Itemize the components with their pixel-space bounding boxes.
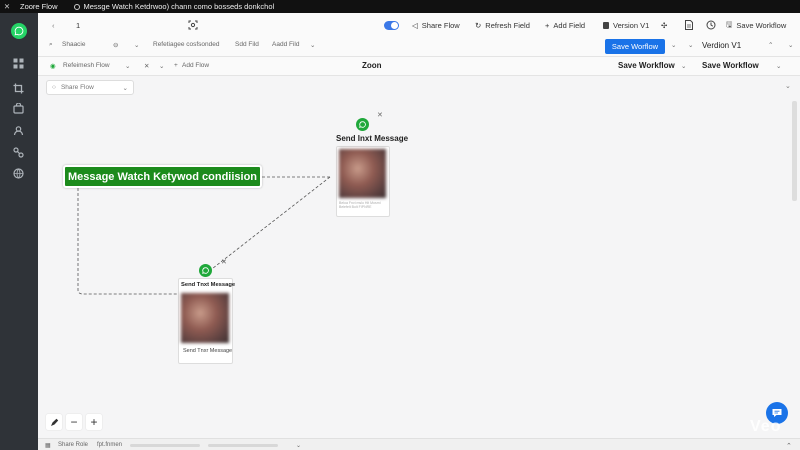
canvas-scrollbar[interactable] [792, 101, 797, 201]
share-role-label[interactable]: Share Role [58, 442, 88, 448]
main-toolbar: ‹ 1 ◁ Share Flow ↻ Refresh Field + Add F… [38, 13, 800, 37]
add-field-button[interactable]: + Add Field [545, 21, 585, 30]
connector-top-to-bottom-node [207, 176, 331, 273]
crop-icon[interactable] [13, 83, 24, 94]
zoom-in-button[interactable]: + [86, 414, 102, 430]
zoom-label: Zoon [362, 61, 382, 70]
whatsapp-small-icon: ◉ [50, 63, 56, 70]
save-workflow-label: Save Workflow [736, 20, 787, 30]
link-icon[interactable] [13, 147, 24, 158]
add-flow-label[interactable]: Add Flow [182, 62, 209, 69]
globe-icon[interactable] [13, 168, 24, 179]
title-bar: ✕ Zoore Flow Messge Watch Ketdrwoo) chan… [0, 0, 800, 13]
pen-tool-icon[interactable] [46, 414, 62, 430]
refresh-icon: ↻ [475, 20, 482, 30]
network-icon[interactable]: ✣ [661, 21, 667, 30]
node-top-title: Send Inxt Message [336, 134, 409, 143]
add-field-label: Add Field [553, 20, 586, 30]
chain-icon[interactable]: ⊖ [113, 41, 118, 49]
dropdown-chevron-icon[interactable]: ⌄ [134, 41, 139, 49]
send-message-node-bottom[interactable]: Send Tnxt Message Send Tnxr Message [178, 278, 236, 364]
plus-icon: + [545, 20, 550, 30]
node-bottom-caption: Send Tnxr Message [183, 348, 233, 354]
refresh-flow-label[interactable]: Refeimesh Flow [63, 62, 110, 69]
version-button[interactable]: Version V1 [603, 21, 649, 30]
node-bottom-title: Send Tnxt Message [181, 282, 236, 288]
version-icon [603, 21, 609, 29]
app-title: Zoore Flow [20, 2, 58, 11]
collapse-up-icon[interactable]: ⌃ [768, 41, 773, 49]
flow-canvas[interactable]: ○ Share Flow ⌄ ⌄ ✕ Message Watch Ketywod… [38, 76, 800, 438]
whatsapp-node-icon-2 [199, 264, 212, 277]
search-icon[interactable]: ⌕ [49, 41, 53, 49]
save-menu-chevron-icon[interactable]: ⌄ [671, 41, 676, 49]
contacts-icon[interactable] [13, 125, 24, 136]
save-workflow-1-chevron-icon[interactable]: ⌄ [681, 62, 686, 70]
zoom-out-button[interactable]: − [66, 414, 82, 430]
history-icon[interactable] [706, 20, 716, 30]
bag-icon[interactable] [13, 102, 24, 114]
dashboard-icon[interactable] [13, 58, 24, 69]
page-number: 1 [76, 20, 81, 30]
save-icon: 🖫 [726, 19, 733, 29]
document-title-text: Messge Watch Ketdrwoo) chann como bossed… [83, 2, 275, 11]
version-label: Version V1 [613, 20, 650, 30]
status-chevron-icon[interactable]: ⌄ [296, 442, 301, 449]
save-workflow-button[interactable]: 🖫 Save Workflow [726, 19, 786, 32]
share-flow-button[interactable]: ◁ Share Flow [412, 21, 460, 30]
save-workflow-link-2[interactable]: Save Workflow [702, 61, 759, 70]
close-icon[interactable]: ✕ [144, 62, 149, 70]
trigger-node[interactable]: Message Watch Ketywod condiision [63, 165, 262, 188]
add-plus-icon[interactable]: + [174, 62, 178, 69]
expand-down-icon[interactable]: ⌄ [788, 41, 793, 49]
secondary-toolbar: ⌕ Shaacie ⊖ ⌄ Refetiagee cosfsonded Sdd … [38, 37, 800, 57]
version-chevron-icon[interactable]: ⌄ [688, 41, 693, 49]
status-bar: ▦ Share Role fpt.fnmen ⌄ ⌃ [38, 438, 800, 450]
back-arrow-icon[interactable]: ‹ [52, 21, 55, 30]
close-chevron-icon[interactable]: ⌄ [159, 62, 164, 70]
status-track-1 [130, 444, 200, 447]
sdd-field-label[interactable]: Sdd Fild [235, 41, 259, 48]
whatsapp-logo-icon[interactable] [11, 23, 27, 39]
left-sidebar [0, 13, 38, 450]
flow-toolbar: ◉ Refeimesh Flow ⌄ ✕ ⌄ + Add Flow Zoon S… [38, 57, 800, 76]
save-workflow-link-1[interactable]: Save Workflow [618, 61, 675, 70]
send-message-node-top[interactable]: Send Inxt Message Beloa Fnvi mslo Hit Mo… [336, 133, 408, 217]
window-close-icon[interactable]: ✕ [0, 2, 14, 11]
record-icon [73, 3, 80, 10]
node-delete-icon[interactable]: ✕ [377, 111, 383, 119]
document-icon[interactable] [685, 20, 693, 30]
save-workflow-2-chevron-icon[interactable]: ⌄ [776, 62, 781, 70]
refresh-flow-chevron-icon[interactable]: ⌄ [125, 62, 130, 70]
connector-lines: ✕ [77, 176, 331, 295]
share-field-label[interactable]: Shaacie [62, 41, 86, 48]
fit-view-icon[interactable] [188, 20, 198, 30]
status-track-2 [208, 444, 278, 447]
node-bottom-image [181, 293, 229, 343]
status-expand-icon[interactable]: ⌃ [786, 442, 792, 450]
connector-delete-x: ✕ [221, 259, 227, 266]
share-flow-label: Share Flow [421, 20, 460, 30]
save-workflow-primary-button[interactable]: Save Worflow [605, 39, 665, 54]
node-top-meta: Beloa Fnvi mslo Hit Mosrni Belefelt Bolt… [339, 201, 381, 209]
share-icon: ◁ [412, 20, 418, 30]
connector-trigger-to-bottom-node [77, 188, 180, 295]
refresh-field-label: Refresh Field [485, 20, 530, 30]
add-field-label-2[interactable]: Aadd Fild [272, 41, 299, 48]
watermark: Veo [750, 418, 782, 435]
more-chevron-icon[interactable]: ⌄ [310, 41, 315, 49]
refresh-dropdown-label[interactable]: Refetiagee cosfsonded [153, 41, 220, 48]
document-title: Messge Watch Ketdrwoo) chann como bossed… [73, 2, 275, 11]
status-hint: fpt.fnmen [97, 442, 123, 448]
version-selector[interactable]: Verdion V1 [702, 41, 741, 50]
whatsapp-node-icon [356, 118, 369, 131]
refresh-field-button[interactable]: ↻ Refresh Field [475, 21, 530, 30]
auto-save-toggle[interactable] [384, 20, 399, 30]
node-top-image [339, 149, 386, 198]
grid-icon[interactable]: ▦ [45, 442, 51, 449]
